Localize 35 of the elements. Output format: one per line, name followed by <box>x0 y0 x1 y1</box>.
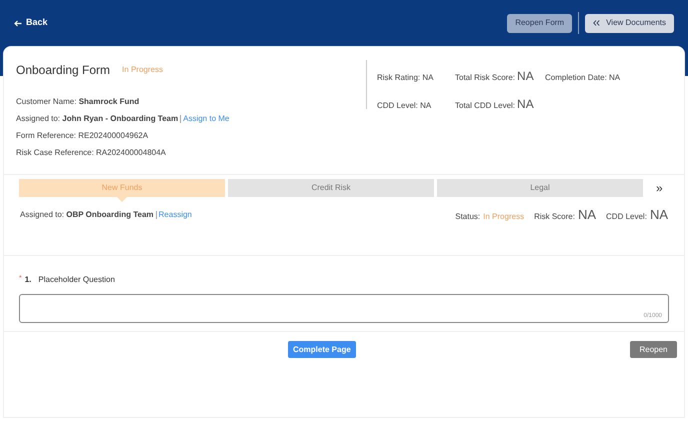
stage-assignee: Assigned to: OBP Onboarding Team <box>20 210 154 219</box>
detail-text: Customer Name: Shamrock Fund <box>16 96 140 108</box>
more-stages-button[interactable]: » <box>656 179 663 197</box>
stat-label: Risk Rating: NA <box>377 72 434 84</box>
stat-value: NA <box>517 68 534 85</box>
double-chevron-left-icon <box>593 20 600 26</box>
question-number: 1. <box>24 274 32 286</box>
info-label: Status: <box>455 211 480 224</box>
assign-link[interactable]: Assign to Me <box>183 113 230 125</box>
stat-label: Total Risk Score: <box>455 72 516 84</box>
stage-pointer-icon <box>117 197 127 202</box>
detail-text: Assigned to: John Ryan - Onboarding Team <box>16 113 178 125</box>
stat-value: NA <box>517 96 534 113</box>
stage-tab[interactable]: Credit Risk <box>228 179 434 197</box>
status-text: In Progress <box>122 64 163 76</box>
stat-label: Completion Date: NA <box>545 72 620 84</box>
reopen-button[interactable]: Reopen <box>630 341 677 358</box>
back-arrow-icon <box>14 20 22 26</box>
back-button[interactable]: Back <box>14 16 48 30</box>
info-value: In Progress <box>483 211 524 224</box>
detail-text: Form Reference: RE202400004962A <box>16 130 150 142</box>
info-value: NA <box>650 206 668 224</box>
info-value: NA <box>578 206 596 224</box>
info-label: Risk Score: <box>534 211 575 224</box>
question-label: Placeholder Question <box>38 274 115 286</box>
stage-tab[interactable]: Legal <box>437 179 643 197</box>
view-documents-button[interactable]: View Documents <box>585 14 674 32</box>
stat-label: Total CDD Level: <box>455 100 516 112</box>
info-label: CDD Level: <box>606 211 647 224</box>
stat-label: CDD Level: NA <box>377 100 432 112</box>
detail-text: Risk Case Reference: RA202400004804A <box>16 147 167 159</box>
reassign-link[interactable]: Reassign <box>158 210 192 219</box>
complete-page-button[interactable]: Complete Page <box>288 341 356 358</box>
reopen-form-button[interactable]: Reopen Form <box>507 14 572 32</box>
form-title: Onboarding Form <box>16 62 110 79</box>
